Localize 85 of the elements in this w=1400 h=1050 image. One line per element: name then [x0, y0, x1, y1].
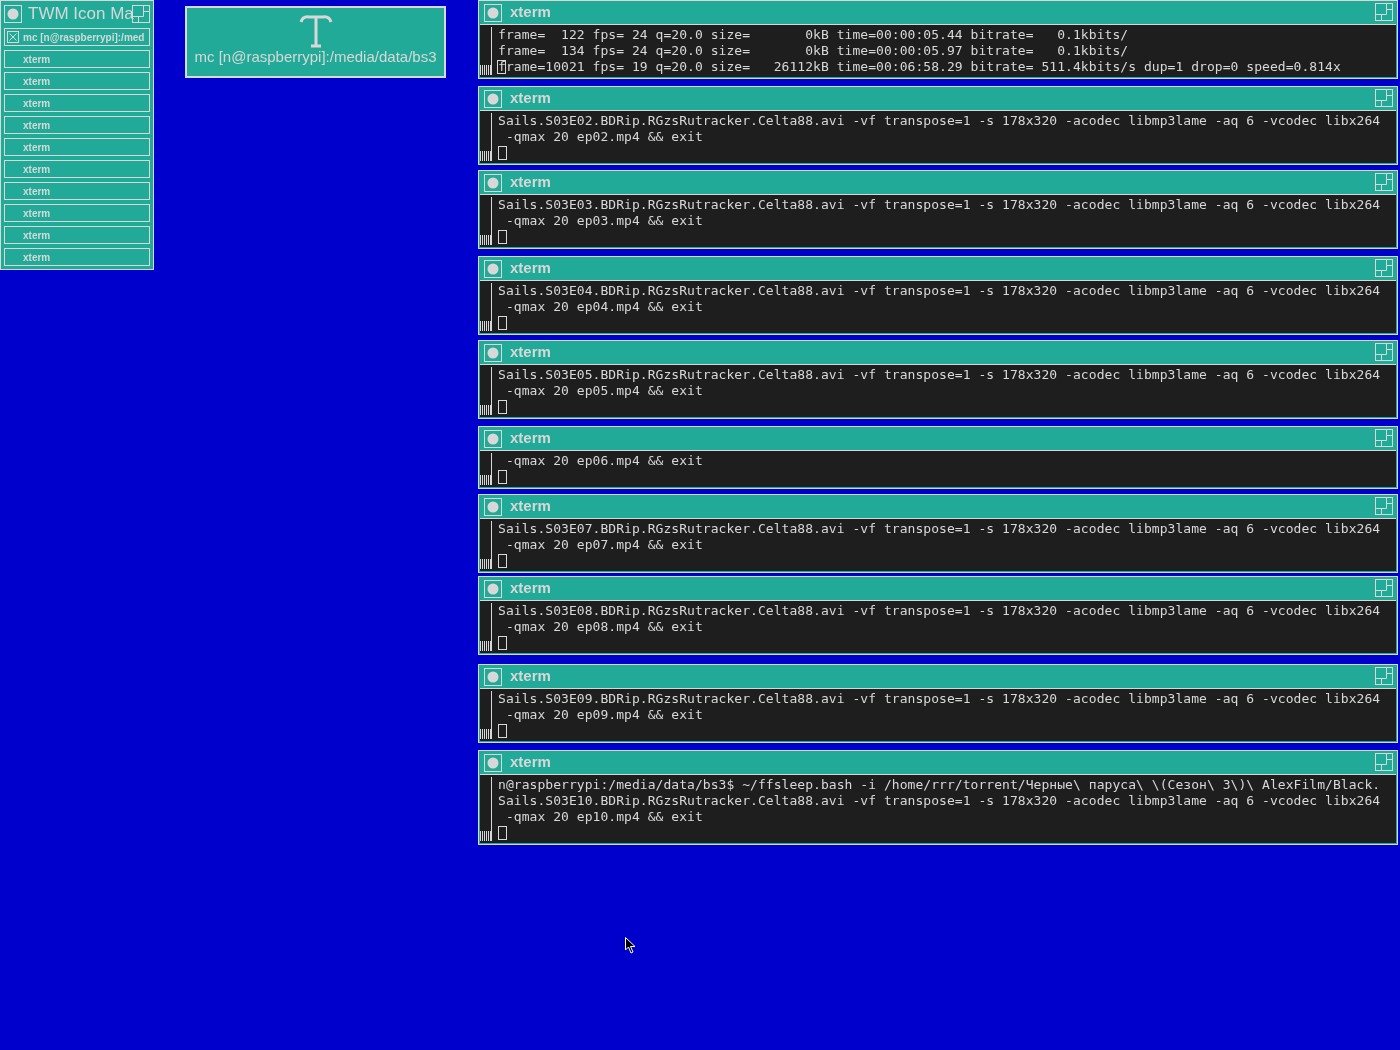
- text-cursor: [498, 636, 507, 650]
- menu-icon[interactable]: [484, 259, 502, 278]
- window-title: xterm: [510, 666, 551, 687]
- text-cursor: [498, 724, 507, 738]
- icon-manager-item[interactable]: xterm: [4, 204, 150, 222]
- menu-icon[interactable]: [484, 667, 502, 686]
- terminal-line: -qmax 20 ep08.mp4 && exit: [504, 619, 704, 635]
- menu-icon[interactable]: [484, 343, 502, 362]
- icon-manager-item[interactable]: xterm: [4, 116, 150, 134]
- resize-icon[interactable]: [1375, 429, 1393, 447]
- menu-icon[interactable]: [484, 579, 502, 598]
- terminal-line: Sails.S03E08.BDRip.RGzsRutracker.Celta88.avi -vf transpose=1 -s 178x320 -acodec libmp3lame -aq 6 -vcodec libx264: [498, 603, 1381, 619]
- terminal-line: -qmax 20 ep04.mp4 && exit: [504, 299, 704, 315]
- window-title: xterm: [510, 496, 551, 517]
- terminal-line: -qmax 20 ep10.mp4 && exit: [504, 809, 704, 825]
- menu-icon[interactable]: [484, 89, 502, 108]
- scrollbar[interactable]: [480, 603, 492, 651]
- window-title: xterm: [510, 2, 551, 23]
- text-cursor: [498, 826, 507, 840]
- window-title: xterm: [510, 88, 551, 109]
- scrollbar[interactable]: [480, 113, 492, 161]
- terminal-line: Sails.S03E09.BDRip.RGzsRutracker.Celta88.avi -vf transpose=1 -s 178x320 -acodec libmp3lame -aq 6 -vcodec libx264: [498, 691, 1381, 707]
- menu-icon[interactable]: [484, 3, 502, 22]
- resize-icon[interactable]: [1375, 343, 1393, 361]
- icon-manager-item[interactable]: xterm: [4, 160, 150, 178]
- menu-icon[interactable]: [484, 497, 502, 516]
- scrollbar[interactable]: [480, 453, 492, 485]
- text-cursor: [498, 230, 507, 244]
- text-cursor: [498, 316, 507, 330]
- terminal-line: Sails.S03E02.BDRip.RGzsRutracker.Celta88.avi -vf transpose=1 -s 178x320 -acodec libmp3lame -aq 6 -vcodec libx264: [498, 113, 1381, 129]
- menu-icon[interactable]: [484, 173, 502, 192]
- terminal-line: Sails.S03E07.BDRip.RGzsRutracker.Celta88.avi -vf transpose=1 -s 178x320 -acodec libmp3lame -aq 6 -vcodec libx264: [498, 521, 1381, 537]
- desktop-icon[interactable]: mc [n@raspberrypi]:/media/data/bs3: [185, 6, 446, 78]
- menu-icon[interactable]: [4, 5, 22, 23]
- terminal-line: Sails.S03E03.BDRip.RGzsRutracker.Celta88.avi -vf transpose=1 -s 178x320 -acodec libmp3lame -aq 6 -vcodec libx264: [498, 197, 1381, 213]
- resize-icon[interactable]: [1375, 667, 1393, 685]
- text-cursor: [498, 470, 507, 484]
- terminal-line: -qmax 20 ep05.mp4 && exit: [504, 383, 704, 399]
- resize-icon[interactable]: [1375, 579, 1393, 597]
- menu-icon[interactable]: [484, 753, 502, 772]
- icon-manager-item[interactable]: xterm: [4, 248, 150, 266]
- resize-icon[interactable]: [1375, 3, 1393, 21]
- terminal-line: -qmax 20 ep06.mp4 && exit: [504, 453, 703, 469]
- terminal-line: n@raspberrypi:/media/data/bs3$ ~/ffsleep.bash -i /home/rrr/torrent/Черные\ паруса\ \(Сезон\ 3\)\ AlexFilm/Black.: [498, 777, 1381, 793]
- icon-manager-item[interactable]: xterm: [4, 72, 150, 90]
- resize-icon[interactable]: [1375, 259, 1393, 277]
- scrollbar[interactable]: [480, 283, 492, 331]
- iconified-icon: [7, 31, 19, 43]
- icon-manager-item[interactable]: xterm: [4, 226, 150, 244]
- scrollbar[interactable]: [480, 197, 492, 245]
- scrollbar[interactable]: [480, 27, 492, 75]
- window-title: xterm: [510, 258, 551, 279]
- text-cursor: [498, 554, 507, 568]
- terminal-line: -qmax 20 ep09.mp4 && exit: [504, 707, 704, 723]
- terminal-line: -qmax 20 ep07.mp4 && exit: [504, 537, 704, 553]
- resize-icon[interactable]: [132, 5, 150, 23]
- scrollbar[interactable]: [480, 521, 492, 569]
- terminal-line: frame= 134 fps= 24 q=20.0 size= 0kB time=00:00:05.97 bitrate= 0.1kbits/: [498, 43, 1130, 59]
- terminal-line: frame= 122 fps= 24 q=20.0 size= 0kB time=00:00:05.44 bitrate= 0.1kbits/: [498, 27, 1130, 43]
- icon-manager-item[interactable]: xterm: [4, 50, 150, 68]
- window-title: xterm: [510, 578, 551, 599]
- scrollbar[interactable]: [480, 367, 492, 415]
- window-title: xterm: [510, 342, 551, 363]
- window-title: xterm: [510, 428, 551, 449]
- window-title: xterm: [510, 752, 551, 773]
- resize-icon[interactable]: [1375, 497, 1393, 515]
- window-title: xterm: [510, 172, 551, 193]
- text-cursor: [498, 400, 507, 414]
- icon-manager-item[interactable]: mc [n@raspberrypi]:/med: [4, 28, 150, 46]
- resize-icon[interactable]: [1375, 173, 1393, 191]
- terminal-line: Sails.S03E04.BDRip.RGzsRutracker.Celta88.avi -vf transpose=1 -s 178x320 -acodec libmp3lame -aq 6 -vcodec libx264: [498, 283, 1381, 299]
- terminal-line: -qmax 20 ep02.mp4 && exit: [504, 129, 704, 145]
- text-cursor: [498, 146, 507, 160]
- scrollbar[interactable]: [480, 691, 492, 739]
- terminal-line: Sails.S03E10.BDRip.RGzsRutracker.Celta88.avi -vf transpose=1 -s 178x320 -acodec libmp3lame -aq 6 -vcodec libx264: [498, 793, 1381, 809]
- icon-manager-item[interactable]: xterm: [4, 94, 150, 112]
- menu-icon[interactable]: [484, 429, 502, 448]
- icon-manager-item[interactable]: xterm: [4, 182, 150, 200]
- scrollbar[interactable]: [480, 777, 492, 841]
- terminal-line: Sails.S03E05.BDRip.RGzsRutracker.Celta88.avi -vf transpose=1 -s 178x320 -acodec libmp3lame -aq 6 -vcodec libx264: [498, 367, 1381, 383]
- mouse-pointer-icon: [625, 937, 636, 954]
- resize-icon[interactable]: [1375, 753, 1393, 771]
- resize-icon[interactable]: [1375, 89, 1393, 107]
- icon-manager-item[interactable]: xterm: [4, 138, 150, 156]
- terminal-line: -qmax 20 ep03.mp4 && exit: [504, 213, 704, 229]
